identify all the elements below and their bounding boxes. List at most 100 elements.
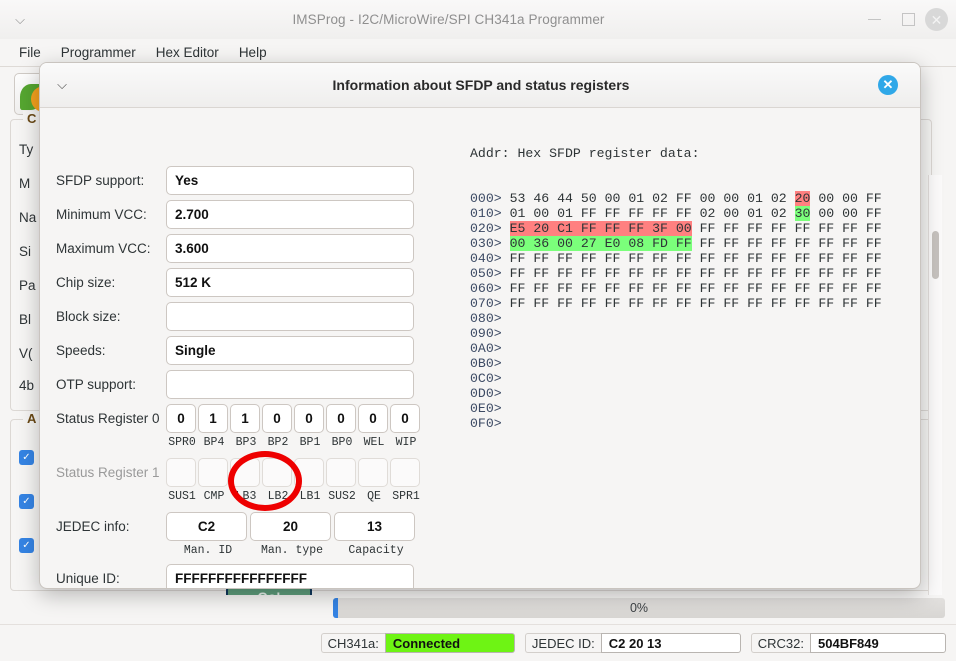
hexdump-byte: FF [572,221,597,236]
input-block-size[interactable] [166,302,414,331]
label-block-size: Block size: [56,309,121,324]
menu-item-programmer[interactable]: Programmer [51,43,146,62]
hexdump-address: 050> [470,266,502,281]
hexdump-row: 070> FF FF FF FF FF FF FF FF FF FF FF FF… [470,296,882,311]
main-scrollbar[interactable] [928,175,942,595]
status-register-0-bit-names: SPR0 BP4 BP3 BP2 BP1 BP0 WEL WIP [56,436,422,449]
status-register-1-bit-7[interactable] [390,458,420,487]
label-jedec-info: JEDEC info: [56,519,130,534]
menu-item-hex-editor[interactable]: Hex Editor [146,43,229,62]
hexdump-byte: FF [699,296,716,311]
hexdump-byte: FF [533,266,550,281]
status-register-0-bitname-spr0: SPR0 [168,436,196,449]
status-register-0-bit-0[interactable]: 0 [166,404,196,433]
input-otp-support[interactable] [166,370,414,399]
hexdump-address: 010> [470,206,502,221]
hexdump-byte: 00 [818,206,835,221]
hexdump-byte: FF [596,221,621,236]
status-register-1-bit-6[interactable] [358,458,388,487]
hexdump-row: 0F0> [470,416,882,431]
status-register-0-bitname-bp0: BP0 [331,436,353,449]
input-minimum-vcc[interactable]: 2.700 [166,200,414,229]
window-minimize-button[interactable] [857,0,891,39]
status-register-0-bit-1[interactable]: 1 [198,404,228,433]
hexdump-address: 0A0> [470,341,502,356]
hexdump-byte: FF [770,296,787,311]
status-register-1-bit-4[interactable] [294,458,324,487]
status-register-1-bit-3[interactable] [262,458,292,487]
status-register-0-bit-5[interactable]: 0 [326,404,356,433]
hexdump-byte: FF [794,221,811,236]
hexdump-address: 080> [470,311,502,326]
hexdump-byte: FF [770,251,787,266]
hexdump-byte: 00 [667,221,692,236]
status-register-0-bit-3[interactable]: 0 [262,404,292,433]
hexdump-row: 030> 00 36 00 27 E0 08 FD FF FF FF FF FF… [470,236,882,251]
menu-item-help[interactable]: Help [229,43,277,62]
status-register-0-bit-2[interactable]: 1 [230,404,260,433]
field-row-minimum-vcc: Minimum VCC: 2.700 [56,200,414,229]
input-speeds[interactable]: Single [166,336,414,365]
hexdump-byte: FF [818,236,835,251]
checkbox-action-3[interactable]: ✓ [19,538,34,553]
hexdump-byte: FF [723,251,740,266]
dialog-close-icon[interactable]: ✕ [878,75,898,95]
chip-label-name: Na [19,210,37,225]
status-register-0-bits: 01100000 [166,404,422,433]
status-register-0-bit-7[interactable]: 0 [390,404,420,433]
hexdump-byte: 00 [549,236,573,251]
jedec-value-0[interactable]: C2 [166,512,247,541]
dialog-chevron-down-icon[interactable]: ⌵ [40,77,84,93]
status-register-1-name-list: SUS1 CMP LB3 LB2 LB1 SUS2 QE SPR1 [166,490,422,503]
input-maximum-vcc[interactable]: 3.600 [166,234,414,263]
chip-label-block: Bl [19,312,32,327]
hexdump-byte: E0 [596,236,621,251]
jedec-value-2[interactable]: 13 [334,512,415,541]
hexdump-byte: 50 [580,191,597,206]
window-close-button[interactable]: ✕ [925,8,948,31]
hexdump-byte: FF [604,296,621,311]
checkbox-action-2[interactable]: ✓ [19,494,34,509]
hexdump-byte: FF [675,251,692,266]
hexdump-byte: FF [770,221,787,236]
label-minimum-vcc: Minimum VCC: [56,207,147,222]
input-chip-size[interactable]: 512 K [166,268,414,297]
main-scrollbar-thumb[interactable] [932,231,939,279]
hexdump-byte: 02 [770,206,787,221]
status-register-1-bit-0[interactable] [166,458,196,487]
hexdump-byte: FF [699,281,716,296]
statusbar-group-jedec: JEDEC ID: C2 20 13 [524,633,741,653]
status-register-1-bit-1[interactable] [198,458,228,487]
hexdump-row: 020> E5 20 C1 FF FF FF 3F 00 FF FF FF FF… [470,221,882,236]
label-maximum-vcc: Maximum VCC: [56,241,151,256]
hexdump-byte: FF [865,206,882,221]
status-register-0-name-list: SPR0 BP4 BP3 BP2 BP1 BP0 WEL WIP [166,436,422,449]
field-row-maximum-vcc: Maximum VCC: 3.600 [56,234,414,263]
hexdump-byte: 36 [525,236,550,251]
window-titlebar: ⌵ IMSProg - I2C/MicroWire/SPI CH341a Pro… [0,0,956,40]
jedec-value-1[interactable]: 20 [250,512,331,541]
hexdump-row: 000> 53 46 44 50 00 01 02 FF 00 00 01 02… [470,191,882,206]
status-register-0-bit-4[interactable]: 0 [294,404,324,433]
menu-item-file[interactable]: File [9,43,51,62]
input-unique-id[interactable]: FFFFFFFFFFFFFFFF [166,564,414,588]
status-register-1-bit-2[interactable] [230,458,260,487]
status-register-1-bit-5[interactable] [326,458,356,487]
hexdump-byte: FF [770,236,787,251]
hexdump-byte: FF [818,296,835,311]
hexdump-byte: FF [723,221,740,236]
status-register-0-bitname-bp4: BP4 [203,436,225,449]
hexdump-byte: FF [509,266,526,281]
input-sfdp-support[interactable]: Yes [166,166,414,195]
hexdump-address: 060> [470,281,502,296]
chip-label-type: Ty [19,142,34,157]
hexdump-byte: FF [604,266,621,281]
checkbox-action-1[interactable]: ✓ [19,450,34,465]
hexdump-byte: FF [580,266,597,281]
status-register-0-bit-6[interactable]: 0 [358,404,388,433]
hexdump-byte: FF [723,281,740,296]
window-maximize-button[interactable] [891,0,925,39]
hexdump-byte: FF [675,206,692,221]
window-chevron-down-icon[interactable]: ⌵ [0,12,40,28]
hexdump-byte: FF [699,266,716,281]
